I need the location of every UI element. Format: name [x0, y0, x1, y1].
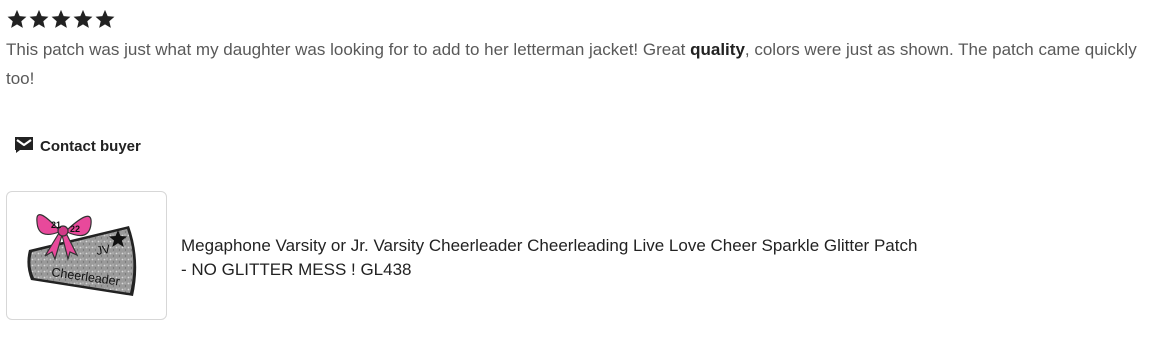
patch-year-right: 22: [70, 224, 80, 234]
review-text: This patch was just what my daughter was…: [6, 35, 1156, 93]
patch-year-left: 21: [51, 220, 61, 230]
listing-title[interactable]: Megaphone Varsity or Jr. Varsity Cheerle…: [181, 234, 1021, 282]
contact-buyer-label: Contact buyer: [40, 137, 141, 155]
listing-title-line-2: - NO GLITTER MESS ! GL438: [181, 260, 412, 279]
listing-title-line-1: Megaphone Varsity or Jr. Varsity Cheerle…: [181, 236, 918, 255]
star-icon: [7, 9, 27, 28]
star-icon: [29, 9, 49, 28]
contact-buyer-button[interactable]: Contact buyer: [14, 134, 141, 158]
cheer-megaphone-patch-image: 21 22 JV Cheerleader: [27, 214, 137, 296]
envelope-icon: [14, 134, 34, 158]
review-text-start: This patch was just what my daughter was…: [6, 40, 691, 59]
patch-level-text: JV: [95, 242, 111, 258]
listing-thumbnail[interactable]: 21 22 JV Cheerleader: [6, 191, 167, 320]
star-icon: [73, 9, 93, 28]
star-icon: [95, 9, 115, 28]
star-rating: [6, 6, 116, 36]
star-icon: [51, 9, 71, 28]
review-text-bold: quality: [690, 40, 745, 59]
